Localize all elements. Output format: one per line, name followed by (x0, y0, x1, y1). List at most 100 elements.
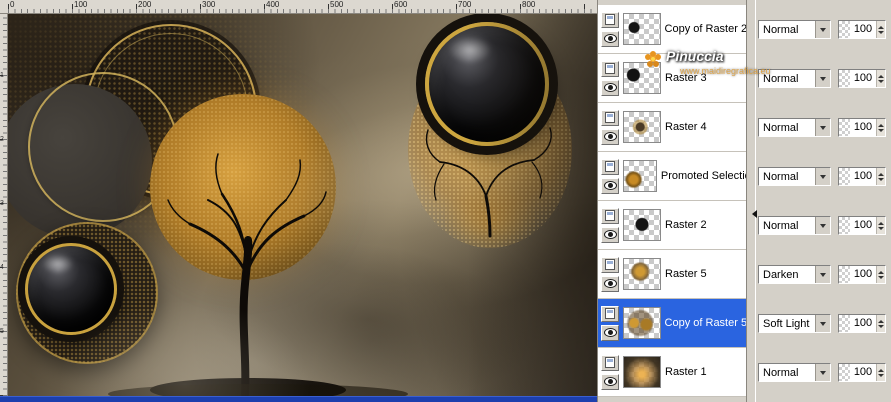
layer-type-button[interactable] (601, 60, 619, 77)
eye-icon (603, 328, 617, 337)
visibility-toggle[interactable] (601, 79, 619, 96)
dropdown-button[interactable] (815, 119, 830, 136)
visibility-toggle[interactable] (601, 30, 619, 47)
opacity-checker (839, 168, 850, 185)
layer-thumbnail[interactable] (623, 209, 661, 241)
visibility-toggle[interactable] (601, 324, 619, 341)
dropdown-button[interactable] (815, 21, 830, 38)
opacity-spinner[interactable] (876, 266, 885, 283)
layer-cell[interactable]: Promoted Selection (598, 152, 746, 201)
spinner-down-icon (878, 128, 884, 135)
layer-type-button[interactable] (601, 207, 619, 224)
blend-mode-dropdown[interactable]: Normal (758, 167, 831, 186)
eye-icon (603, 34, 617, 43)
opacity-value: 100 (853, 170, 873, 182)
vertical-ruler: 1 2 3 4 5 (0, 14, 8, 396)
layer-type-button[interactable] (601, 305, 619, 322)
opacity-checker (839, 119, 850, 136)
layer-thumbnail[interactable] (623, 62, 661, 94)
layer-cell[interactable]: Copy of Raster 5 (598, 299, 746, 348)
art-glossy-sphere-top-right (425, 22, 549, 146)
layer-type-button[interactable] (601, 256, 619, 273)
opacity-field[interactable]: 100 (838, 167, 886, 186)
layer-thumbnail[interactable] (623, 160, 657, 192)
layer-cell[interactable]: Raster 1 (598, 348, 746, 397)
dropdown-button[interactable] (815, 217, 830, 234)
layer-thumbnail[interactable] (623, 13, 661, 45)
opacity-field[interactable]: 100 (838, 314, 886, 333)
opacity-field[interactable]: 100 (838, 216, 886, 235)
visibility-toggle[interactable] (601, 373, 619, 390)
opacity-spinner[interactable] (876, 119, 885, 136)
dropdown-button[interactable] (815, 364, 830, 381)
layer-thumbnail[interactable] (623, 356, 661, 388)
opacity-field[interactable]: 100 (838, 363, 886, 382)
opacity-spinner[interactable] (876, 168, 885, 185)
eye-icon (603, 230, 617, 239)
opacity-spinner[interactable] (876, 70, 885, 87)
layer-row[interactable]: Raster 1 Normal 100 (598, 348, 891, 397)
layer-row[interactable]: Raster 3 Normal 100 (598, 54, 891, 103)
opacity-spinner[interactable] (876, 315, 885, 332)
layer-row[interactable]: Copy of Raster 2 Normal 100 (598, 5, 891, 54)
blend-mode-dropdown[interactable]: Normal (758, 216, 831, 235)
visibility-toggle[interactable] (601, 128, 619, 145)
layer-thumbnail[interactable] (623, 111, 661, 143)
blend-mode-dropdown[interactable]: Darken (758, 265, 831, 284)
opacity-spinner[interactable] (876, 364, 885, 381)
layer-cell[interactable]: Raster 3 (598, 54, 746, 103)
canvas[interactable] (8, 14, 597, 396)
layer-thumbnail[interactable] (623, 258, 661, 290)
layer-name: Raster 4 (665, 121, 707, 133)
ruler-number: 3 (0, 200, 4, 207)
opacity-checker (839, 21, 850, 38)
blend-mode-dropdown[interactable]: Soft Light (758, 314, 831, 333)
layer-type-button[interactable] (601, 158, 619, 175)
opacity-field[interactable]: 100 (838, 20, 886, 39)
layer-cell[interactable]: Copy of Raster 2 (598, 5, 746, 54)
spinner-up-icon (878, 317, 884, 323)
layer-name: Raster 1 (665, 366, 707, 378)
layer-row[interactable]: Raster 2 Normal 100 (598, 201, 891, 250)
layer-cell[interactable]: Raster 5 (598, 250, 746, 299)
panel-splitter[interactable] (746, 0, 757, 402)
chevron-down-icon (820, 175, 826, 182)
layer-type-button[interactable] (601, 11, 619, 28)
blend-mode-dropdown[interactable]: Normal (758, 363, 831, 382)
layer-row-selected[interactable]: Copy of Raster 5 Soft Light 100 (598, 299, 891, 348)
ruler-number: 100 (74, 0, 88, 9)
layer-row[interactable]: Raster 4 Normal 100 (598, 103, 891, 152)
opacity-value: 100 (853, 219, 873, 231)
dropdown-button[interactable] (815, 266, 830, 283)
layer-cell[interactable]: Raster 2 (598, 201, 746, 250)
layer-row[interactable]: Raster 5 Darken 100 (598, 250, 891, 299)
opacity-spinner[interactable] (876, 217, 885, 234)
spinner-down-icon (878, 275, 884, 282)
dropdown-button[interactable] (815, 70, 830, 87)
opacity-spinner[interactable] (876, 21, 885, 38)
blend-mode-value: Normal (763, 219, 799, 232)
blend-mode-dropdown[interactable]: Normal (758, 20, 831, 39)
splitter-arrow-icon (748, 210, 757, 218)
blend-mode-dropdown[interactable]: Normal (758, 118, 831, 137)
visibility-toggle[interactable] (601, 177, 619, 194)
layer-type-button[interactable] (601, 109, 619, 126)
ruler-number: 2 (0, 136, 4, 143)
layer-cell[interactable]: Raster 4 (598, 103, 746, 152)
layer-row[interactable]: Promoted Selection Normal 100 (598, 152, 891, 201)
window-bottom-border (0, 396, 597, 402)
opacity-field[interactable]: 100 (838, 265, 886, 284)
raster-layer-icon (605, 14, 615, 25)
visibility-toggle[interactable] (601, 275, 619, 292)
layer-thumbnail[interactable] (623, 307, 661, 339)
opacity-field[interactable]: 100 (838, 69, 886, 88)
visibility-toggle[interactable] (601, 226, 619, 243)
ruler-number: 800 (522, 0, 536, 9)
dropdown-button[interactable] (815, 315, 830, 332)
dropdown-button[interactable] (815, 168, 830, 185)
spinner-down-icon (878, 177, 884, 184)
opacity-field[interactable]: 100 (838, 118, 886, 137)
blend-mode-dropdown[interactable]: Normal (758, 69, 831, 88)
layer-name: Raster 5 (665, 268, 707, 280)
layer-type-button[interactable] (601, 354, 619, 371)
